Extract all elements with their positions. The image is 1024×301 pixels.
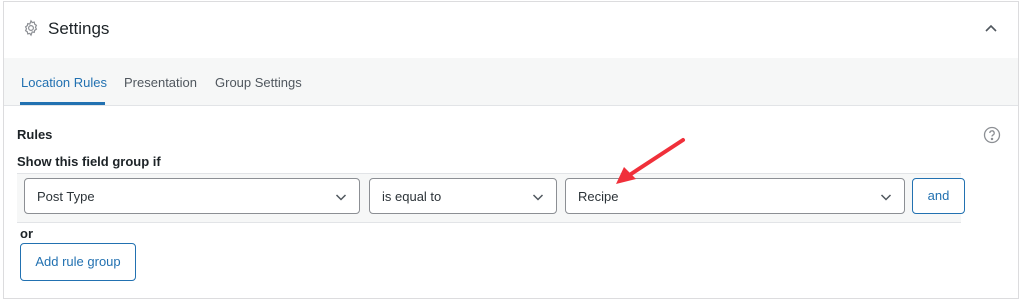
rule-value-value: Recipe bbox=[578, 189, 619, 204]
add-rule-group-button[interactable]: Add rule group bbox=[20, 243, 136, 281]
or-label: or bbox=[20, 226, 33, 241]
chevron-down-icon bbox=[335, 194, 347, 201]
rule-param-value: Post Type bbox=[37, 189, 95, 204]
tab-group-settings[interactable]: Group Settings bbox=[215, 75, 302, 90]
annotation-arrow-icon bbox=[616, 138, 685, 184]
panel-title: Settings bbox=[48, 19, 110, 38]
help-icon[interactable] bbox=[983, 126, 1001, 144]
rules-heading: Rules bbox=[17, 127, 53, 142]
chevron-up-icon[interactable] bbox=[984, 21, 998, 35]
rule-operator-select[interactable]: is equal to bbox=[369, 178, 557, 214]
show-field-group-label: Show this field group if bbox=[17, 154, 161, 169]
panel-header[interactable]: Settings bbox=[4, 2, 1018, 59]
and-rule-button[interactable]: and bbox=[912, 178, 965, 214]
tab-presentation[interactable]: Presentation bbox=[124, 75, 197, 90]
tab-bar: Location Rules Presentation Group Settin… bbox=[4, 58, 1018, 106]
tab-location-rules[interactable]: Location Rules bbox=[21, 75, 107, 90]
rule-param-select[interactable]: Post Type bbox=[24, 178, 360, 214]
active-tab-indicator bbox=[20, 102, 105, 105]
rule-operator-value: is equal to bbox=[382, 189, 442, 204]
settings-panel: Settings Location Rules Presentation Gro… bbox=[3, 1, 1019, 299]
chevron-down-icon bbox=[532, 194, 544, 201]
gear-icon bbox=[24, 19, 38, 37]
chevron-down-icon bbox=[880, 194, 892, 201]
